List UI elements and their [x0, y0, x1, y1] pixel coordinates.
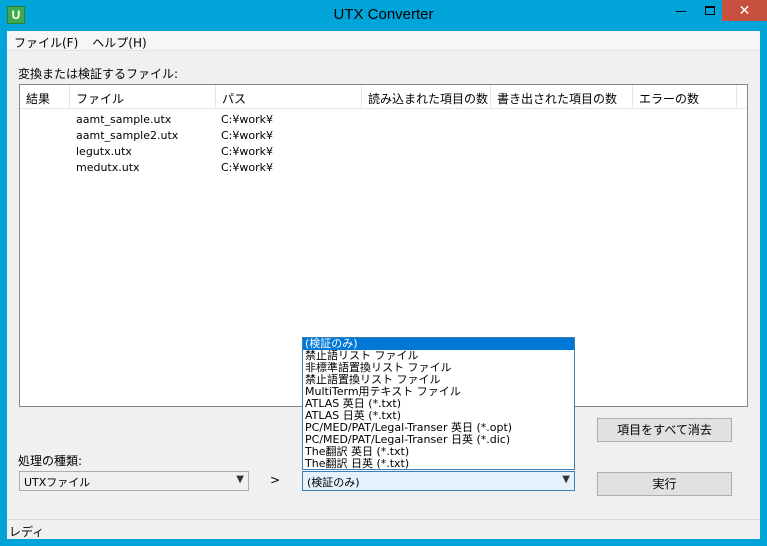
table-row[interactable]: medutx.utx C:¥work¥ — [20, 160, 747, 176]
cell-file: legutx.utx — [76, 145, 132, 158]
column-header-read-count[interactable]: 読み込まれた項目の数 — [362, 85, 491, 109]
maximize-icon — [705, 6, 715, 15]
menu-bar: ファイル(F) ヘルプ(H) — [7, 31, 760, 51]
dropdown-option[interactable]: ATLAS 英日 (*.txt) — [303, 398, 574, 410]
column-header-file[interactable]: ファイル — [70, 85, 216, 109]
window-title: UTX Converter — [333, 6, 434, 23]
table-row[interactable]: aamt_sample2.utx C:¥work¥ — [20, 128, 747, 144]
cell-path: C:¥work¥ — [221, 161, 274, 174]
column-header-error-count[interactable]: エラーの数 — [633, 85, 737, 109]
input-type-select[interactable]: UTXファイル ▼ — [19, 471, 249, 491]
dropdown-option[interactable]: The翻訳 日英 (*.txt) — [303, 458, 574, 470]
output-mode-select[interactable]: (検証のみ) ▼ — [302, 471, 575, 491]
chevron-down-icon: ▼ — [236, 474, 244, 485]
dropdown-option[interactable]: 禁止語リスト ファイル — [303, 350, 574, 362]
dropdown-option[interactable]: PC/MED/PAT/Legal-Transer 日英 (*.dic) — [303, 434, 574, 446]
list-header: 結果 ファイル パス 読み込まれた項目の数 書き出された項目の数 エラーの数 — [20, 85, 747, 109]
menu-help[interactable]: ヘルプ(H) — [85, 31, 153, 51]
menu-file[interactable]: ファイル(F) — [7, 31, 85, 51]
dropdown-option[interactable]: ATLAS 日英 (*.txt) — [303, 410, 574, 422]
column-header-result[interactable]: 結果 — [20, 85, 70, 109]
close-button[interactable]: ✕ — [722, 0, 767, 21]
cell-path: C:¥work¥ — [221, 113, 274, 126]
dropdown-option[interactable]: 禁止語置換リスト ファイル — [303, 374, 574, 386]
column-header-written-count[interactable]: 書き出された項目の数 — [491, 85, 633, 109]
run-button[interactable]: 実行 — [597, 472, 732, 496]
table-row[interactable]: aamt_sample.utx C:¥work¥ — [20, 112, 747, 128]
files-label: 変換または検証するファイル: — [18, 67, 179, 81]
app-window: U UTX Converter — ✕ ファイル(F) ヘルプ(H) 変換または… — [0, 0, 767, 546]
status-bar: レディ — [7, 519, 760, 539]
status-text: レディ — [9, 525, 45, 539]
dropdown-option[interactable]: PC/MED/PAT/Legal-Transer 英日 (*.opt) — [303, 422, 574, 434]
cell-file: aamt_sample.utx — [76, 113, 172, 126]
dropdown-option[interactable]: (検証のみ) — [303, 338, 574, 350]
cell-path: C:¥work¥ — [221, 145, 274, 158]
arrow-right-icon: > — [270, 473, 281, 487]
cell-file: aamt_sample2.utx — [76, 129, 179, 142]
dropdown-option[interactable]: MultiTerm用テキスト ファイル — [303, 386, 574, 398]
input-type-value: UTXファイル — [24, 476, 91, 489]
close-icon: ✕ — [738, 2, 751, 19]
cell-path: C:¥work¥ — [221, 129, 274, 142]
maximize-button[interactable] — [697, 0, 723, 21]
column-header-path[interactable]: パス — [216, 85, 362, 109]
minimize-icon: — — [675, 3, 687, 18]
output-mode-value: (検証のみ) — [307, 476, 360, 489]
chevron-down-icon: ▼ — [562, 474, 570, 485]
client-area: ファイル(F) ヘルプ(H) 変換または検証するファイル: 結果 ファイル パス… — [7, 31, 760, 539]
cell-file: medutx.utx — [76, 161, 140, 174]
dropdown-option[interactable]: The翻訳 英日 (*.txt) — [303, 446, 574, 458]
process-kind-label: 処理の種類: — [18, 454, 83, 468]
title-bar[interactable]: U UTX Converter — ✕ — [0, 0, 767, 31]
table-row[interactable]: legutx.utx C:¥work¥ — [20, 144, 747, 160]
output-mode-dropdown-list[interactable]: (検証のみ) 禁止語リスト ファイル 非標準語置換リスト ファイル 禁止語置換リ… — [302, 337, 575, 470]
dropdown-option[interactable]: 非標準語置換リスト ファイル — [303, 362, 574, 374]
minimize-button[interactable]: — — [668, 0, 694, 21]
clear-all-button[interactable]: 項目をすべて消去 — [597, 418, 732, 442]
